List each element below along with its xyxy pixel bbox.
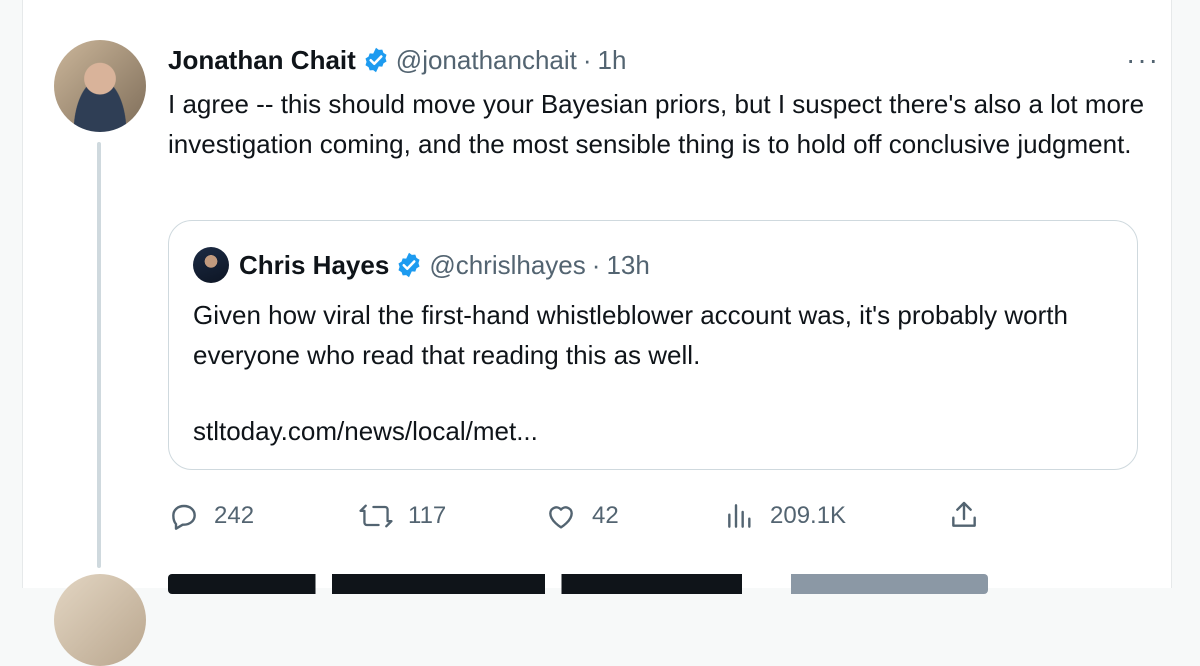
share-icon — [952, 501, 976, 527]
reply-count: 242 — [214, 502, 255, 529]
reply-icon — [172, 504, 196, 530]
views-count: 209.1K — [770, 502, 847, 529]
retweet-button[interactable]: 117 — [358, 494, 446, 538]
quoted-author-avatar — [193, 247, 229, 283]
tweet-header: Jonathan Chait @jonathanchait · 1h — [168, 42, 626, 78]
tweet-text: I agree -- this should move your Bayesia… — [168, 89, 1145, 159]
retweet-count: 117 — [408, 502, 447, 529]
verified-badge-icon — [362, 46, 390, 74]
author-name[interactable]: Jonathan Chait — [168, 45, 356, 76]
retweet-icon — [359, 504, 393, 528]
more-icon[interactable]: ··· — [1126, 44, 1160, 76]
quoted-tweet-header: Chris Hayes @chrislhayes · 13h — [239, 247, 650, 283]
reply-button[interactable]: 242 — [168, 494, 254, 538]
like-button[interactable]: 42 — [544, 494, 619, 538]
views-button[interactable]: 209.1K — [724, 494, 846, 538]
verified-badge-icon — [395, 251, 423, 279]
quoted-tweet[interactable]: Chris Hayes @chrislhayes · 13h Given how… — [168, 220, 1138, 470]
author-avatar[interactable] — [54, 40, 146, 132]
separator-dot: · — [591, 249, 601, 280]
quoted-tweet-timestamp: 13h — [606, 249, 650, 280]
quoted-tweet-link[interactable]: stltoday.com/news/local/met... — [193, 411, 538, 451]
tweet-timestamp[interactable]: 1h — [598, 45, 627, 76]
next-tweet-header-cropped — [168, 574, 988, 594]
tweet-actions: 242 117 42 209.1K — [168, 494, 1068, 538]
like-count: 42 — [592, 502, 619, 529]
author-handle[interactable]: @jonathanchait — [396, 45, 577, 76]
separator-dot: · — [582, 44, 592, 75]
thread-line — [97, 142, 101, 568]
share-button[interactable] — [948, 498, 980, 537]
like-icon — [549, 506, 573, 529]
quoted-author-handle: @chrislhayes — [429, 249, 586, 280]
views-icon — [728, 504, 751, 528]
quoted-tweet-text: Given how viral the first-hand whistlebl… — [193, 300, 1068, 370]
quoted-author-name: Chris Hayes — [239, 249, 390, 280]
